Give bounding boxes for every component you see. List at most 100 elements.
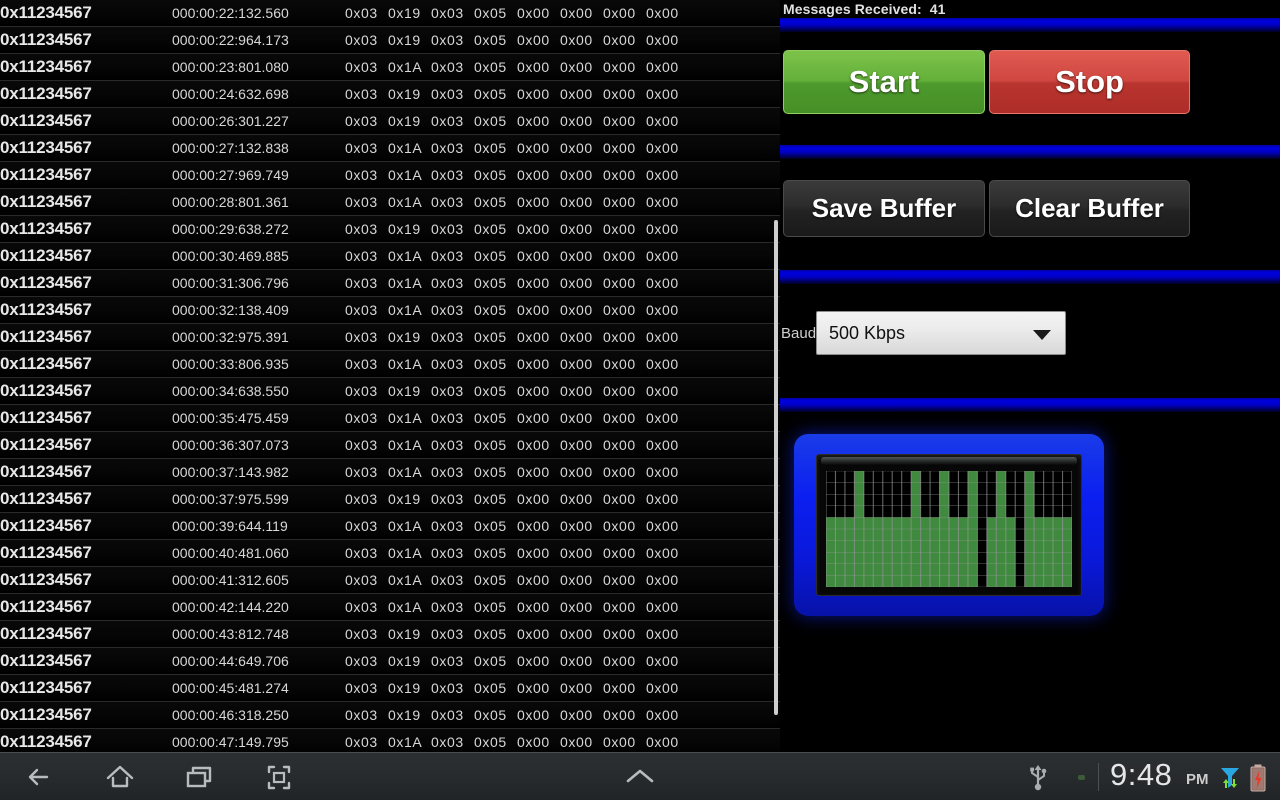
row-timestamp: 000:00:34:638.550 <box>172 383 289 399</box>
expand-status-button[interactable] <box>600 753 680 800</box>
signal-graph-plot <box>826 471 1072 587</box>
row-timestamp: 000:00:29:638.272 <box>172 221 289 237</box>
row-timestamp: 000:00:22:964.173 <box>172 32 289 48</box>
table-row[interactable]: 0x11234567000:00:29:638.2720x030x190x030… <box>0 216 780 243</box>
table-row[interactable]: 0x11234567000:00:36:307.0730x030x1A0x030… <box>0 432 780 459</box>
row-timestamp: 000:00:33:806.935 <box>172 356 289 372</box>
row-data-bytes: 0x030x1A0x030x050x000x000x000x00 <box>345 437 689 453</box>
row-message-id: 0x11234567 <box>0 84 92 104</box>
row-message-id: 0x11234567 <box>0 462 92 482</box>
table-row[interactable]: 0x11234567 000:00:24:632.698 0x030x190x030… <box>0 81 780 108</box>
log-scrollbar-thumb[interactable] <box>774 220 778 715</box>
table-row[interactable]: 0x11234567000:00:27:969.7490x030x1A0x030… <box>0 162 780 189</box>
table-row[interactable]: 0x11234567 000:00:43:812.748 0x030x190x030… <box>0 621 780 648</box>
table-row[interactable]: 0x11234567 000:00:37:143.982 0x030x1A0x030… <box>0 459 780 486</box>
log-scrollbar[interactable] <box>772 0 780 752</box>
table-row[interactable]: 0x11234567 000:00:35:475.459 0x030x1A0x030… <box>0 405 780 432</box>
row-timestamp: 000:00:41:312.605 <box>172 572 289 588</box>
row-message-id: 0x11234567 <box>0 300 92 320</box>
message-log-panel[interactable]: 0x11234567000:00:22:132.5600x030x190x030… <box>0 0 780 752</box>
table-row[interactable]: 0x11234567000:00:47:149.7950x030x1A0x030… <box>0 729 780 752</box>
table-row[interactable]: 0x11234567000:00:23:801.0800x030x1A0x030… <box>0 54 780 81</box>
messages-received-count: 41 <box>930 1 946 17</box>
row-message-id: 0x11234567 <box>0 624 92 644</box>
back-button[interactable] <box>0 753 80 800</box>
table-row[interactable]: 0x11234567000:00:30:469.8850x030x1A0x030… <box>0 243 780 270</box>
table-row[interactable]: 0x11234567000:00:34:638.5500x030x190x030… <box>0 378 780 405</box>
recent-apps-button[interactable] <box>160 753 240 800</box>
row-data-bytes: 0x030x190x030x050x000x000x000x00 <box>345 32 689 48</box>
row-timestamp: 000:00:46:318.250 <box>172 707 289 723</box>
row-timestamp: 000:00:31:306.796 <box>172 275 289 291</box>
row-timestamp: 000:00:24:632.698 <box>172 86 289 102</box>
table-row[interactable]: 0x11234567000:00:42:144.2200x030x1A0x030… <box>0 594 780 621</box>
table-row[interactable]: 0x11234567000:00:44:649.7060x030x190x030… <box>0 648 780 675</box>
row-message-id: 0x11234567 <box>0 354 92 374</box>
row-data-bytes: 0x030x1A0x030x050x000x000x000x00 <box>345 140 689 156</box>
chevron-up-icon <box>622 760 658 794</box>
table-row[interactable]: 0x11234567000:00:40:481.0600x030x1A0x030… <box>0 540 780 567</box>
row-data-bytes: 0x030x190x030x050x000x000x000x00 <box>345 653 689 669</box>
row-message-id: 0x11234567 <box>0 489 92 509</box>
baud-label: Baud <box>781 325 816 342</box>
row-message-id: 0x11234567 <box>0 111 92 131</box>
row-data-bytes: 0x030x1A0x030x050x000x000x000x00 <box>345 734 689 750</box>
start-button[interactable]: Start <box>783 50 985 114</box>
row-data-bytes: 0x030x1A0x030x050x000x000x000x00 <box>345 410 689 426</box>
table-row[interactable]: 0x11234567 000:00:31:306.796 0x030x1A0x030… <box>0 270 780 297</box>
clock-ampm: PM <box>1186 771 1209 788</box>
baud-select[interactable]: 500 Kbps <box>816 311 1066 355</box>
row-message-id: 0x11234567 <box>0 543 92 563</box>
row-timestamp: 000:00:43:812.748 <box>172 626 289 642</box>
row-data-bytes: 0x030x190x030x050x000x000x000x00 <box>345 626 689 642</box>
message-log-rows: 0x11234567000:00:22:132.5600x030x190x030… <box>0 0 780 752</box>
signal-graph-widget[interactable] <box>794 434 1104 616</box>
table-row[interactable]: 0x11234567000:00:33:806.9350x030x1A0x030… <box>0 351 780 378</box>
table-row[interactable]: 0x11234567000:00:26:301.2270x030x190x030… <box>0 108 780 135</box>
row-data-bytes: 0x030x190x030x050x000x000x000x00 <box>345 221 689 237</box>
table-row[interactable]: 0x11234567000:00:41:312.6050x030x1A0x030… <box>0 567 780 594</box>
baud-selected-value: 500 Kbps <box>829 323 905 344</box>
row-message-id: 0x11234567 <box>0 273 92 293</box>
row-timestamp: 000:00:42:144.220 <box>172 599 289 615</box>
row-timestamp: 000:00:39:644.119 <box>172 518 288 534</box>
row-data-bytes: 0x030x1A0x030x050x000x000x000x00 <box>345 275 689 291</box>
row-timestamp: 000:00:40:481.060 <box>172 545 289 561</box>
row-data-bytes: 0x030x190x030x050x000x000x000x00 <box>345 329 689 345</box>
row-data-bytes: 0x030x1A0x030x050x000x000x000x00 <box>345 464 689 480</box>
table-row[interactable]: 0x11234567000:00:32:975.3910x030x190x030… <box>0 324 780 351</box>
table-row[interactable]: 0x11234567000:00:32:138.4090x030x1A0x030… <box>0 297 780 324</box>
stop-button[interactable]: Stop <box>989 50 1190 114</box>
section-divider-3 <box>780 270 1280 284</box>
row-timestamp: 000:00:37:975.599 <box>172 491 289 507</box>
graph-gloss-overlay <box>821 457 1077 465</box>
table-row[interactable]: 0x11234567000:00:37:975.5990x030x190x030… <box>0 486 780 513</box>
row-message-id: 0x11234567 <box>0 30 92 50</box>
table-row[interactable]: 0x11234567000:00:45:481.2740x030x190x030… <box>0 675 780 702</box>
recent-apps-icon <box>183 760 217 794</box>
data-transfer-icon <box>1218 765 1242 796</box>
row-timestamp: 000:00:32:975.391 <box>172 329 289 345</box>
row-message-id: 0x11234567 <box>0 516 92 536</box>
fullscreen-button[interactable] <box>239 753 319 800</box>
save-buffer-button[interactable]: Save Buffer <box>783 180 985 237</box>
row-timestamp: 000:00:28:801.361 <box>172 194 289 210</box>
table-row[interactable]: 0x11234567000:00:46:318.2500x030x190x030… <box>0 702 780 729</box>
table-row[interactable]: 0x11234567000:00:39:644.1190x030x1A0x030… <box>0 513 780 540</box>
row-timestamp: 000:00:23:801.080 <box>172 59 289 75</box>
home-button[interactable] <box>80 753 160 800</box>
row-data-bytes: 0x030x190x030x050x000x000x000x00 <box>345 680 689 696</box>
table-row[interactable]: 0x11234567 000:00:22:964.173 0x030x190x030… <box>0 27 780 54</box>
table-row[interactable]: 0x11234567000:00:28:801.3610x030x1A0x030… <box>0 189 780 216</box>
system-navigation-bar: 9:48 PM <box>0 752 1280 800</box>
row-data-bytes: 0x030x190x030x050x000x000x000x00 <box>345 707 689 723</box>
row-data-bytes: 0x030x190x030x050x000x000x000x00 <box>345 86 689 102</box>
clear-buffer-button[interactable]: Clear Buffer <box>989 180 1190 237</box>
row-timestamp: 000:00:37:143.982 <box>172 464 289 480</box>
table-row[interactable]: 0x11234567000:00:27:132.8380x030x1A0x030… <box>0 135 780 162</box>
row-message-id: 0x11234567 <box>0 570 92 590</box>
row-message-id: 0x11234567 <box>0 408 92 428</box>
row-timestamp: 000:00:35:475.459 <box>172 410 289 426</box>
table-row[interactable]: 0x11234567000:00:22:132.5600x030x190x030… <box>0 0 780 27</box>
row-timestamp: 000:00:30:469.885 <box>172 248 289 264</box>
